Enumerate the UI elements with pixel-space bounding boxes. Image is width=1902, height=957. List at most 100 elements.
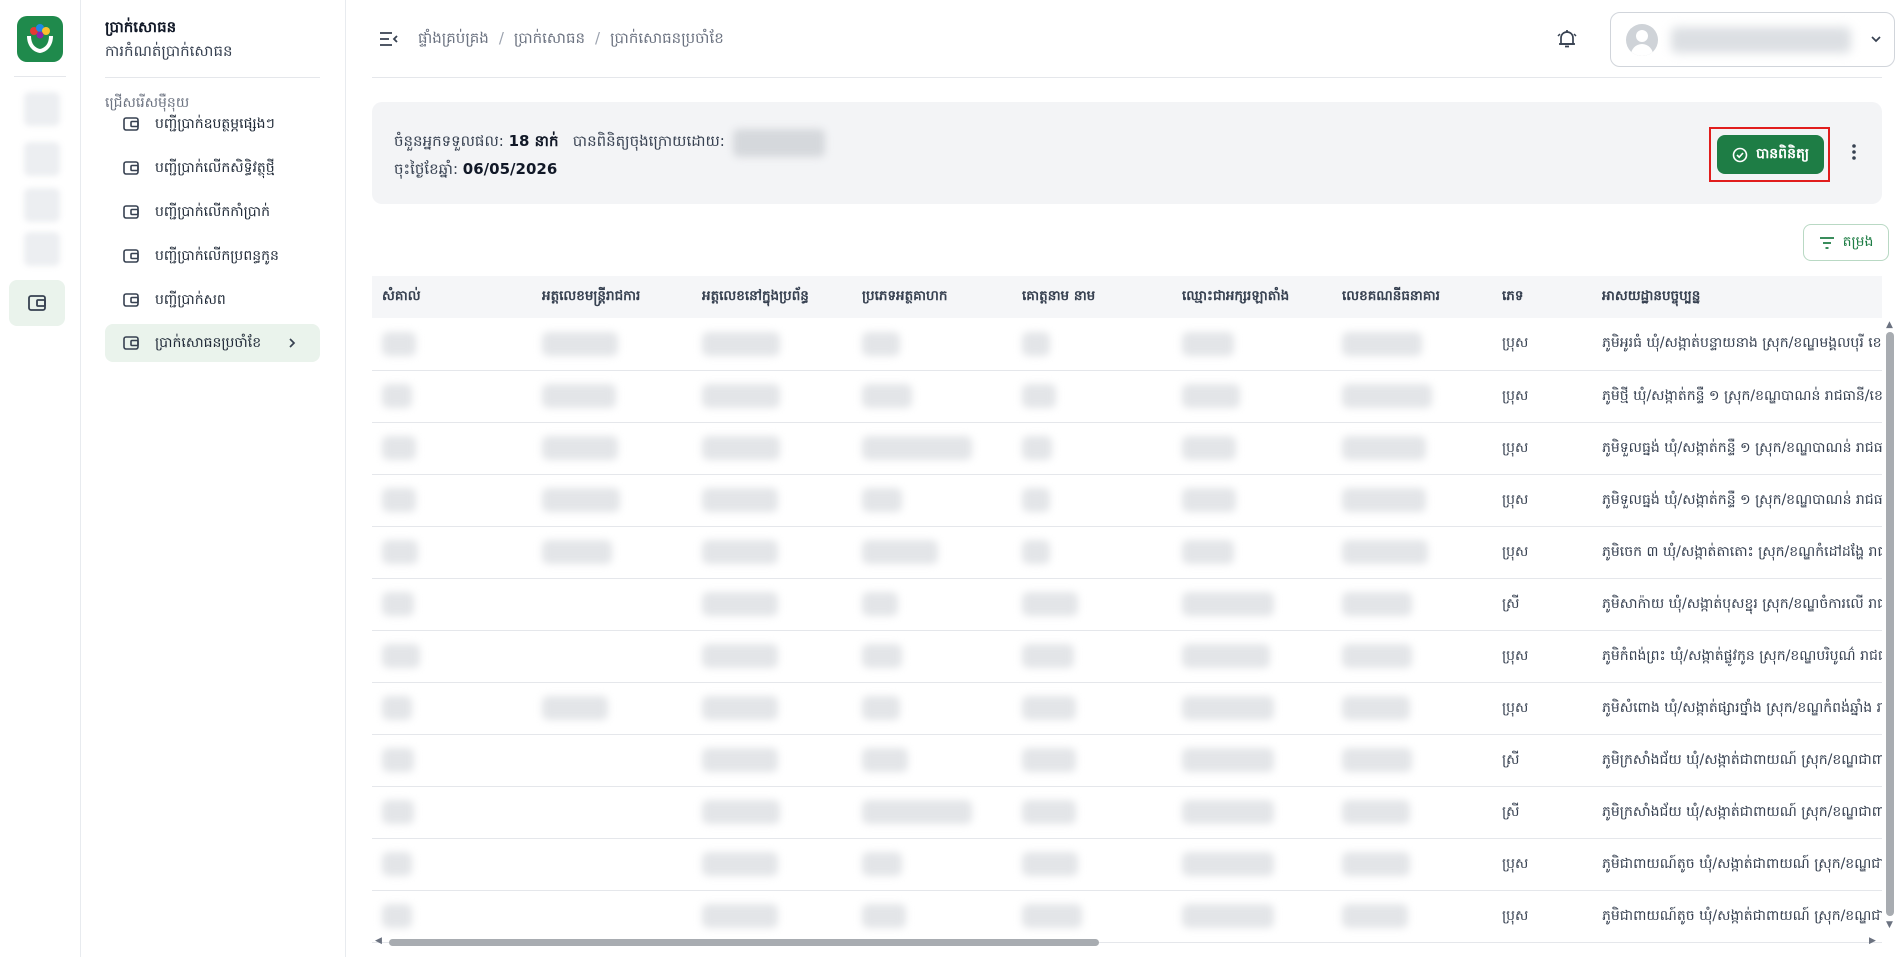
notifications-button[interactable] bbox=[1555, 27, 1579, 51]
rail-item[interactable] bbox=[24, 232, 60, 266]
bell-icon bbox=[1557, 30, 1577, 48]
horizontal-scroll-thumb[interactable] bbox=[389, 939, 1099, 946]
redacted-value bbox=[862, 644, 902, 668]
redacted-value bbox=[1342, 644, 1412, 668]
redacted-value bbox=[1342, 748, 1412, 772]
menu-item[interactable]: បញ្ជីប្រាក់លើកសិទ្ធិវត្ថុថ្មី bbox=[105, 149, 320, 187]
redacted-cell bbox=[372, 578, 532, 631]
redacted-cell bbox=[692, 526, 852, 579]
menu-item[interactable]: ប្រាក់សោធនប្រចាំខែ bbox=[105, 324, 320, 362]
user-menu[interactable] bbox=[1610, 12, 1895, 67]
rail-item[interactable] bbox=[24, 142, 60, 176]
scroll-up-icon[interactable]: ▲ bbox=[1886, 320, 1893, 330]
redacted-value bbox=[702, 904, 778, 928]
table-row[interactable]: ប្រុស ភូមិអូរធំ ឃុំ/សង្កាត់បន្ទាយនាង ស្រុ… bbox=[372, 318, 1882, 371]
rail-item[interactable] bbox=[24, 92, 60, 126]
menu-item[interactable]: បញ្ជីប្រាក់សព bbox=[105, 281, 320, 319]
redacted-value bbox=[1182, 852, 1274, 876]
collapse-sidebar-button[interactable] bbox=[378, 28, 400, 50]
redacted-cell bbox=[852, 786, 1012, 839]
table-row[interactable]: ប្រុស ភូមិទួលធ្នង់ ឃុំ/សង្កាត់កន្ទឺ ១ ស្រ… bbox=[372, 474, 1882, 527]
vertical-scrollbar[interactable]: ▲ ▼ bbox=[1885, 320, 1895, 932]
redacted-value bbox=[862, 800, 972, 824]
redacted-value bbox=[1342, 904, 1408, 928]
address-cell: ភូមិកំពង់ព្រះ ឃុំ/សង្កាត់ផ្លូវកូន ស្រុក/… bbox=[1592, 630, 1882, 683]
redacted-cell bbox=[372, 474, 532, 527]
rail-item-pension[interactable] bbox=[9, 280, 65, 326]
chevron-down-icon bbox=[1867, 30, 1885, 48]
redacted-value bbox=[862, 696, 900, 720]
menu-item[interactable]: បញ្ជីប្រាក់លើកប្រពន្ធកូន bbox=[105, 237, 320, 275]
breadcrumb-pension[interactable]: ប្រាក់សោធន bbox=[514, 29, 585, 51]
table-row[interactable]: ប្រុស ភូមិសំពោង ឃុំ/សង្កាត់ផ្សារថ្នាំង ស្… bbox=[372, 682, 1882, 735]
avatar bbox=[1626, 24, 1658, 56]
redacted-value bbox=[702, 592, 778, 616]
redacted-cell bbox=[852, 578, 1012, 631]
redacted-cell bbox=[692, 474, 852, 527]
rail-item[interactable] bbox=[24, 188, 60, 222]
redacted-value bbox=[1342, 331, 1422, 356]
redacted-cell bbox=[692, 890, 852, 943]
redacted-cell bbox=[852, 422, 1012, 475]
redacted-cell bbox=[852, 526, 1012, 579]
table-row[interactable]: ស្រី ភូមិសាក៉ាយ ឃុំ/សង្កាត់បុសខ្នុរ ស្រុក… bbox=[372, 578, 1882, 631]
table-row[interactable]: ប្រុស ភូមិថ្មី ឃុំ/សង្កាត់កន្ទឺ ១ ស្រុក/ខ… bbox=[372, 370, 1882, 423]
horizontal-scrollbar[interactable]: ◀ ▶ bbox=[375, 936, 1880, 948]
user-name-redacted bbox=[1671, 27, 1851, 53]
menu-item[interactable]: បញ្ជីប្រាក់ឧបត្ថម្ភផ្សេងៗ bbox=[105, 105, 320, 143]
redacted-value bbox=[702, 331, 780, 356]
address-cell: ភូមិសំពោង ឃុំ/សង្កាត់ផ្សារថ្នាំង ស្រុក/ខ… bbox=[1592, 682, 1882, 735]
redacted-cell bbox=[852, 630, 1012, 683]
table-row[interactable]: ស្រី ភូមិក្រសាំងជ័យ ឃុំ/សង្កាត់ជាពាយណ៍ ស្… bbox=[372, 786, 1882, 839]
more-options-button[interactable] bbox=[1842, 140, 1866, 164]
gender-cell: ប្រុស bbox=[1492, 890, 1592, 943]
redacted-value bbox=[1022, 644, 1074, 668]
redacted-value bbox=[382, 904, 412, 928]
redacted-cell bbox=[1012, 630, 1172, 683]
table-row[interactable]: ប្រុស ភូមិចេក ៣ ឃុំ/សង្កាត់តាតោះ ស្រុក/ខណ… bbox=[372, 526, 1882, 579]
redacted-value bbox=[862, 748, 908, 772]
menu-item-label: បញ្ជីប្រាក់សព bbox=[155, 291, 226, 308]
redacted-cell bbox=[1172, 370, 1332, 423]
redacted-value bbox=[702, 644, 778, 668]
scroll-right-icon[interactable]: ▶ bbox=[1869, 936, 1876, 946]
vertical-scroll-thumb[interactable] bbox=[1886, 332, 1894, 916]
approve-button[interactable]: បានពិនិត្យ bbox=[1717, 135, 1824, 174]
redacted-value bbox=[1022, 696, 1076, 720]
redacted-cell bbox=[532, 786, 692, 839]
app-rail bbox=[0, 0, 81, 957]
menu-item[interactable]: បញ្ជីប្រាក់លើកកាំប្រាក់ bbox=[105, 193, 320, 231]
table-row[interactable]: ប្រុស ភូមិជាពាយណ៍តូច ឃុំ/សង្កាត់ជាពាយណ៍ ស… bbox=[372, 890, 1882, 943]
scroll-down-icon[interactable]: ▼ bbox=[1886, 920, 1893, 930]
menu-title: ប្រាក់សោធន bbox=[105, 18, 177, 36]
column-header: ភេទ bbox=[1492, 276, 1592, 318]
table-row[interactable]: ស្រី ភូមិក្រសាំងជ័យ ឃុំ/សង្កាត់ជាពាយណ៍ ស្… bbox=[372, 734, 1882, 787]
approve-highlight: បានពិនិត្យ bbox=[1709, 127, 1830, 182]
redacted-cell bbox=[692, 682, 852, 735]
filter-button[interactable]: តម្រង bbox=[1803, 224, 1889, 261]
redacted-value bbox=[1342, 384, 1432, 408]
table-row[interactable]: ប្រុស ភូមិកំពង់ព្រះ ឃុំ/សង្កាត់ផ្លូវកូន ស… bbox=[372, 630, 1882, 683]
redacted-cell bbox=[1172, 786, 1332, 839]
gender-cell: ស្រី bbox=[1492, 734, 1592, 787]
redacted-value bbox=[702, 852, 778, 876]
redacted-cell bbox=[1012, 578, 1172, 631]
wallet-icon bbox=[121, 246, 141, 266]
redacted-cell bbox=[1012, 474, 1172, 527]
redacted-value bbox=[1182, 331, 1234, 356]
redacted-cell bbox=[692, 370, 852, 423]
breadcrumb: ផ្ទាំងគ្រប់គ្រង / ប្រាក់សោធន / ប្រាក់សោធ… bbox=[418, 29, 724, 51]
redacted-value bbox=[1342, 436, 1426, 460]
breadcrumb-dashboard[interactable]: ផ្ទាំងគ្រប់គ្រង bbox=[418, 29, 489, 51]
menu-item-label: បញ្ជីប្រាក់ឧបត្ថម្ភផ្សេងៗ bbox=[155, 115, 275, 132]
table-row[interactable]: ប្រុស ភូមិទួលធ្នង់ ឃុំ/សង្កាត់កន្ទឺ ១ ស្រ… bbox=[372, 422, 1882, 475]
table-row[interactable]: ប្រុស ភូមិជាពាយណ៍តូច ឃុំ/សង្កាត់ជាពាយណ៍ ស… bbox=[372, 838, 1882, 891]
column-header: ឈ្មោះជាអក្សរឡាតាំង bbox=[1172, 276, 1332, 318]
redacted-value bbox=[1342, 592, 1412, 616]
breadcrumb-monthly-pension: ប្រាក់សោធនប្រចាំខែ bbox=[610, 29, 724, 47]
app-logo[interactable] bbox=[17, 16, 63, 62]
redacted-value bbox=[382, 436, 416, 460]
scroll-left-icon[interactable]: ◀ bbox=[375, 936, 382, 946]
redacted-cell bbox=[532, 474, 692, 527]
redacted-cell bbox=[372, 370, 532, 423]
